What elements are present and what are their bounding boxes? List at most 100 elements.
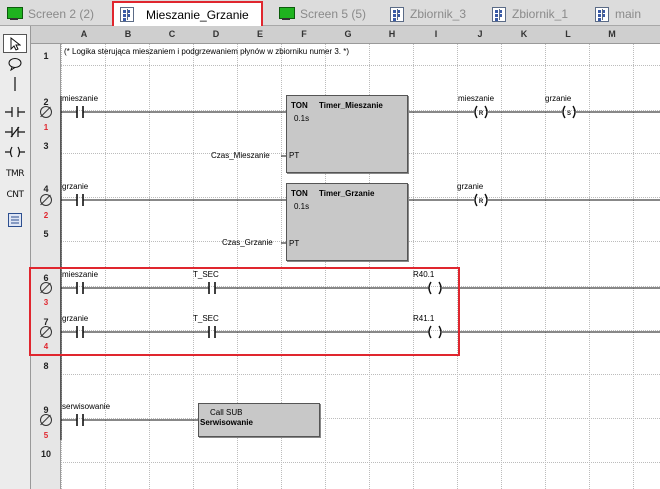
grid-line	[61, 462, 660, 463]
grid-line	[61, 330, 660, 331]
tab-screen-2[interactable]: Screen 2 (2)	[6, 3, 94, 25]
network-number: 3	[43, 298, 49, 307]
tab-zbiornik-1[interactable]: Zbiornik_1	[492, 3, 568, 25]
tab-label: Zbiornik_3	[410, 7, 467, 21]
column-label: H	[388, 29, 396, 39]
program-icon	[595, 6, 609, 22]
row-number: 5	[43, 229, 49, 239]
column-label: J	[477, 29, 483, 39]
coil-label[interactable]: mieszanie	[458, 94, 494, 103]
subroutine-name: Serwisowanie	[200, 418, 253, 427]
block-name: Timer_Mieszanie	[319, 101, 383, 110]
network-number: 2	[43, 211, 49, 220]
wire-icon	[14, 76, 16, 91]
contact-no-tool[interactable]	[3, 102, 27, 121]
row-number: 8	[43, 361, 49, 371]
counter-tool-label: CNT	[6, 189, 24, 200]
grid-line	[61, 418, 660, 419]
network-number: 5	[43, 431, 49, 440]
program-icon	[390, 6, 404, 22]
tab-label: Mieszanie_Grzanie	[146, 7, 249, 22]
column-label: K	[520, 29, 528, 39]
contact-label[interactable]: grzanie	[62, 182, 88, 191]
tab-label: main	[615, 7, 642, 21]
pt-input-label[interactable]: Czas_Grzanie	[222, 238, 273, 247]
counter-tool[interactable]: CNT	[3, 185, 27, 204]
column-label: M	[608, 29, 616, 39]
network-comment[interactable]: (* Logika sterująca mieszaniem i podgrze…	[64, 47, 349, 56]
pt-pin-label: PT	[289, 151, 300, 160]
row-number: 10	[40, 449, 51, 459]
tab-label: Screen 5 (5)	[300, 7, 367, 21]
contact-label[interactable]: grzanie	[62, 314, 88, 323]
column-label: D	[212, 29, 220, 39]
tab-label: Zbiornik_1	[512, 7, 569, 21]
screen-icon	[278, 7, 295, 21]
column-label: F	[301, 29, 307, 39]
function-block-icon	[8, 212, 22, 227]
contact-label[interactable]: mieszanie	[62, 94, 98, 103]
contact-open-icon	[5, 106, 25, 117]
tool-palette: TMR CNT	[0, 26, 31, 489]
call-sub-block[interactable]: Call SUB Serwisowanie	[198, 403, 320, 437]
block-type: TON	[291, 189, 308, 198]
contact-label[interactable]: mieszanie	[62, 270, 98, 279]
contact-label[interactable]: T_SEC	[193, 270, 219, 279]
timer-tool[interactable]: TMR	[3, 164, 27, 183]
network-toggle-icon[interactable]	[40, 194, 52, 206]
column-label: B	[124, 29, 132, 39]
grid-line	[61, 286, 660, 287]
network-toggle-icon[interactable]	[40, 282, 52, 294]
column-label: L	[565, 29, 571, 39]
row-number: 3	[43, 141, 49, 151]
pointer-icon	[10, 36, 21, 51]
column-label: G	[344, 29, 352, 39]
block-preset: 0.1s	[294, 114, 310, 123]
column-header: A B C D E F G H I J K L M	[31, 26, 660, 44]
pointer-tool[interactable]	[3, 34, 27, 53]
network-toggle-icon[interactable]	[40, 326, 52, 338]
coil-label[interactable]: R41.1	[413, 314, 434, 323]
block-type: TON	[291, 101, 308, 110]
block-preset: 0.1s	[294, 202, 310, 211]
tab-bar: Screen 2 (2) Mieszanie_Grzanie Screen 5 …	[0, 0, 660, 26]
row-number: 4	[43, 184, 49, 194]
timer-tool-label: TMR	[5, 168, 25, 179]
row-number: 1	[43, 51, 49, 61]
tab-main[interactable]: main	[595, 3, 641, 25]
contact-nc-tool[interactable]	[3, 122, 27, 141]
function-block-tool[interactable]	[3, 210, 27, 229]
column-label: A	[80, 29, 88, 39]
timer-block[interactable]: TON Timer_Grzanie 0.1s PT	[286, 183, 408, 261]
tab-mieszanie-grzanie[interactable]: Mieszanie_Grzanie	[112, 1, 263, 26]
coil-icon	[5, 146, 25, 157]
comment-tool[interactable]	[3, 54, 27, 73]
pt-pin-label: PT	[289, 239, 300, 248]
contact-closed-icon	[5, 126, 25, 137]
tab-label: Screen 2 (2)	[28, 7, 95, 21]
program-icon	[120, 7, 134, 22]
coil-label[interactable]: R40.1	[413, 270, 434, 279]
contact-label[interactable]: serwisowanie	[62, 402, 110, 411]
network-toggle-icon[interactable]	[40, 414, 52, 426]
column-label: C	[168, 29, 176, 39]
pt-input-label[interactable]: Czas_Mieszanie	[211, 151, 270, 160]
network-number: 4	[43, 342, 49, 351]
contact-label[interactable]: T_SEC	[193, 314, 219, 323]
block-name: Timer_Grzanie	[319, 189, 375, 198]
tab-zbiornik-3[interactable]: Zbiornik_3	[390, 3, 466, 25]
coil-tool[interactable]	[3, 142, 27, 161]
grid-line	[61, 65, 660, 66]
program-icon	[492, 6, 506, 22]
column-label: I	[434, 29, 438, 39]
column-label: E	[256, 29, 264, 39]
network-toggle-icon[interactable]	[40, 106, 52, 118]
coil-label[interactable]: grzanie	[545, 94, 571, 103]
network-number: 1	[43, 123, 49, 132]
timer-block[interactable]: TON Timer_Mieszanie 0.1s PT	[286, 95, 408, 173]
coil-label[interactable]: grzanie	[457, 182, 483, 191]
tab-screen-5[interactable]: Screen 5 (5)	[278, 3, 366, 25]
call-label: Call SUB	[210, 408, 243, 417]
comment-icon	[8, 57, 22, 71]
wire-tool[interactable]	[3, 74, 27, 93]
